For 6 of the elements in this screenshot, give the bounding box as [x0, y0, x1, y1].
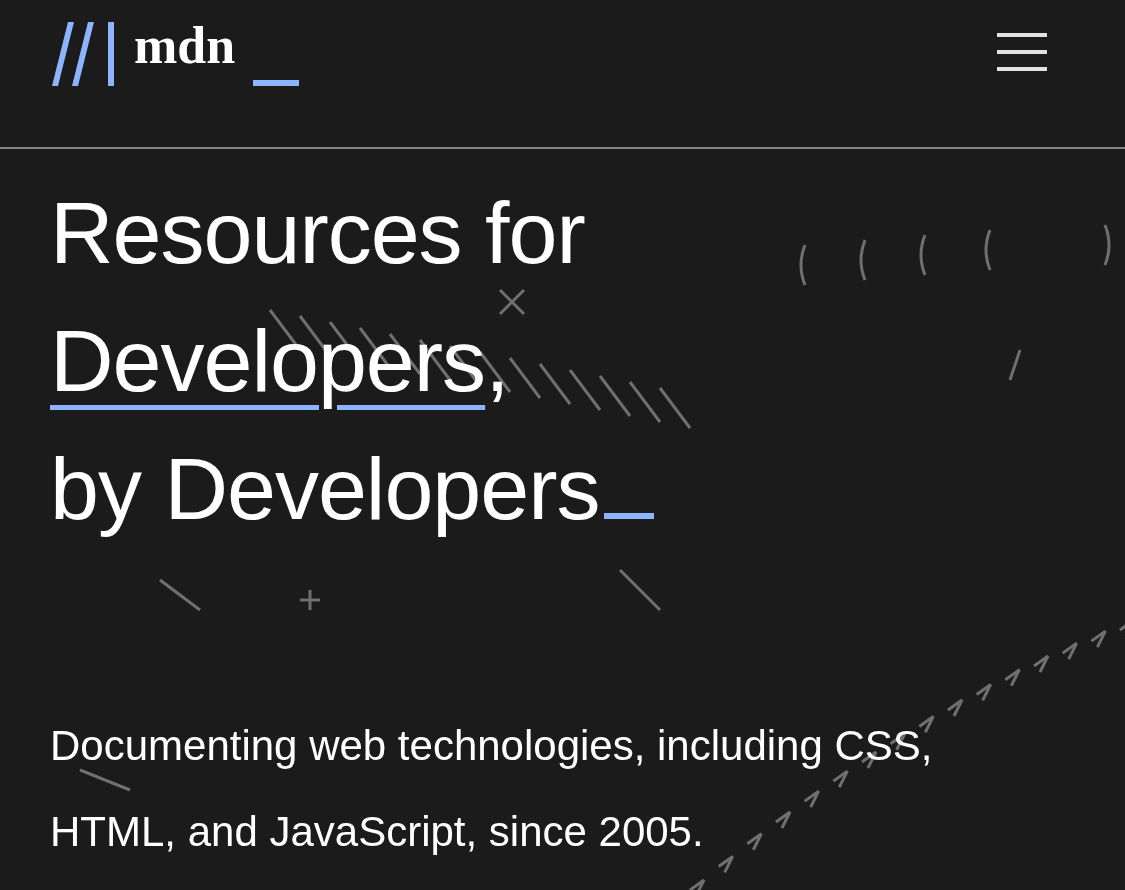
- menu-button[interactable]: [997, 33, 1047, 71]
- logo-wordmark: mdn: [134, 20, 236, 72]
- hero-description: Documenting web technologies, including CSS, HTML, and JavaScript, since 2005.: [50, 721, 934, 857]
- mdn-logo[interactable]: mdn: [50, 20, 300, 86]
- developers-link[interactable]: Developers: [50, 311, 486, 410]
- hero-heading: Resources for Developers, by Developers: [50, 169, 1125, 553]
